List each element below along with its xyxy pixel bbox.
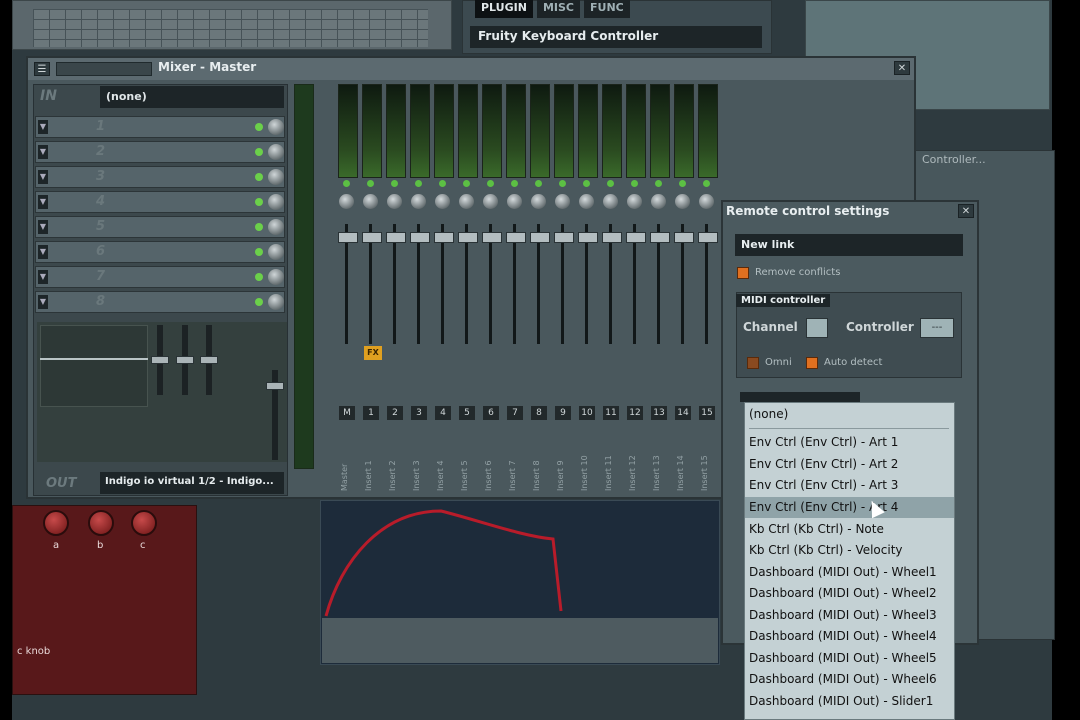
menu-icon[interactable]: ☰ bbox=[34, 62, 50, 76]
plugin-name-select[interactable]: Fruity Keyboard Controller bbox=[470, 26, 762, 48]
dropdown-item[interactable]: Dashboard (MIDI Out) - Wheel2 bbox=[745, 583, 954, 604]
input-select[interactable]: (none) bbox=[100, 86, 284, 108]
mixer-track[interactable]: 1 Insert 1 bbox=[360, 84, 382, 494]
tab-func[interactable]: FUNC bbox=[584, 0, 630, 18]
fx-slot[interactable]: ▼ 7 bbox=[35, 266, 285, 288]
controller-dropdown-list: (none) Env Ctrl (Env Ctrl) - Art 1 Env C… bbox=[744, 402, 955, 720]
mixer-track[interactable]: 8 Insert 8 bbox=[528, 84, 550, 494]
knob-a-label: a bbox=[53, 540, 60, 551]
dropdown-item[interactable]: Env Ctrl (Env Ctrl) - Art 1 bbox=[745, 432, 954, 453]
fx-slot[interactable]: ▼ 5 bbox=[35, 216, 285, 238]
remove-conflicts-label: Remove conflicts bbox=[755, 267, 841, 278]
fx-slot[interactable]: ▼ 8 bbox=[35, 291, 285, 313]
knob-text: c knob bbox=[17, 646, 51, 657]
eq-fader-handle[interactable] bbox=[200, 356, 218, 364]
remove-conflicts-checkbox[interactable] bbox=[737, 267, 749, 279]
eq-fader-handle[interactable] bbox=[151, 356, 169, 364]
left-plugin-panel: a b c c knob bbox=[12, 505, 197, 695]
in-label: IN bbox=[40, 88, 57, 104]
eq-fader-handle[interactable] bbox=[176, 356, 194, 364]
dropdown-item[interactable]: (none) bbox=[745, 404, 954, 425]
dialog-title: Remote control settings bbox=[726, 204, 890, 218]
mixer-track[interactable]: 3 Insert 3 bbox=[408, 84, 430, 494]
controller-window-title: Controller... bbox=[922, 153, 986, 166]
plugin-tabs: PLUGIN MISC FUNC bbox=[475, 0, 630, 18]
mixer-track[interactable]: M Master bbox=[336, 84, 358, 494]
dropdown-item[interactable]: Dashboard (MIDI Out) - Wheel3 bbox=[745, 605, 954, 626]
tab-plugin[interactable]: PLUGIN bbox=[475, 0, 533, 18]
mixer-track[interactable]: 15 Insert 15 bbox=[696, 84, 718, 494]
playlist-window bbox=[12, 0, 452, 50]
mixer-track[interactable]: 2 Insert 2 bbox=[384, 84, 406, 494]
controller-stepper[interactable]: --- bbox=[920, 318, 954, 338]
knob-b-label: b bbox=[97, 540, 104, 551]
close-icon[interactable]: ✕ bbox=[894, 61, 910, 75]
mixer-track[interactable]: 13 Insert 13 bbox=[648, 84, 670, 494]
knob-c-label: c bbox=[140, 540, 146, 551]
master-level-meter bbox=[294, 84, 314, 469]
internal-controller-select[interactable] bbox=[740, 392, 860, 402]
mixer-track[interactable]: 4 Insert 4 bbox=[432, 84, 454, 494]
out-label: OUT bbox=[46, 476, 77, 491]
fx-slot[interactable]: ▼ 3 bbox=[35, 166, 285, 188]
link-select[interactable]: New link bbox=[735, 234, 963, 256]
omni-checkbox[interactable] bbox=[747, 357, 759, 369]
dropdown-item[interactable]: Dashboard (MIDI Out) - Wheel6 bbox=[745, 669, 954, 690]
mixer-track[interactable]: 11 Insert 11 bbox=[600, 84, 622, 494]
dropdown-item[interactable]: Kb Ctrl (Kb Ctrl) - Velocity bbox=[745, 540, 954, 561]
fx-slot[interactable]: ▼ 6 bbox=[35, 241, 285, 263]
dropdown-item[interactable]: Dashboard (MIDI Out) - Wheel1 bbox=[745, 562, 954, 583]
fx-slot[interactable]: ▼ 1 bbox=[35, 116, 285, 138]
controller-label: Controller bbox=[846, 320, 914, 334]
fx-slot[interactable]: ▼ 2 bbox=[35, 141, 285, 163]
mixer-detach-toggle[interactable] bbox=[56, 62, 152, 76]
mixer-track[interactable]: 9 Insert 9 bbox=[552, 84, 574, 494]
envelope-controls bbox=[322, 618, 718, 663]
dropdown-item[interactable]: Kb Ctrl (Kb Ctrl) - Note bbox=[745, 519, 954, 540]
knob-c[interactable] bbox=[131, 510, 157, 536]
omni-label: Omni bbox=[765, 357, 792, 368]
midi-section-label: MIDI controller bbox=[736, 294, 831, 307]
dropdown-item[interactable]: Env Ctrl (Env Ctrl) - Art 2 bbox=[745, 454, 954, 475]
dropdown-item[interactable]: Dashboard (MIDI Out) - Slider1 bbox=[745, 691, 954, 712]
channel-stepper[interactable] bbox=[806, 318, 828, 338]
eq-curve bbox=[40, 358, 148, 360]
close-icon[interactable]: ✕ bbox=[958, 204, 974, 218]
dropdown-separator bbox=[749, 428, 949, 429]
mixer-track[interactable]: 12 Insert 12 bbox=[624, 84, 646, 494]
mixer-track[interactable]: 10 Insert 10 bbox=[576, 84, 598, 494]
dropdown-item-highlighted[interactable]: Env Ctrl (Env Ctrl) - Art 4 bbox=[745, 497, 954, 518]
knob-a[interactable] bbox=[43, 510, 69, 536]
fx-slot[interactable]: ▼ 4 bbox=[35, 191, 285, 213]
tab-misc[interactable]: MISC bbox=[536, 0, 580, 18]
mixer-track[interactable]: 5 Insert 5 bbox=[456, 84, 478, 494]
mixer-title: Mixer - Master bbox=[158, 60, 257, 74]
auto-detect-label: Auto detect bbox=[824, 357, 883, 368]
dropdown-item[interactable]: Dashboard (MIDI Out) - Wheel5 bbox=[745, 648, 954, 669]
auto-detect-checkbox[interactable] bbox=[806, 357, 818, 369]
mixer-track[interactable]: 14 Insert 14 bbox=[672, 84, 694, 494]
mixer-track[interactable]: 7 Insert 7 bbox=[504, 84, 526, 494]
mixer-track[interactable]: 6 Insert 6 bbox=[480, 84, 502, 494]
output-select[interactable]: Indigo io virtual 1/2 - Indigo... bbox=[100, 472, 284, 494]
dropdown-item[interactable]: Dashboard (MIDI Out) - Wheel4 bbox=[745, 626, 954, 647]
fx-badge[interactable]: FX bbox=[364, 346, 382, 360]
knob-b[interactable] bbox=[88, 510, 114, 536]
channel-label: Channel bbox=[743, 320, 798, 334]
dropdown-item[interactable]: Env Ctrl (Env Ctrl) - Art 3 bbox=[745, 475, 954, 496]
master-volume-handle[interactable] bbox=[266, 382, 284, 390]
eq-graph bbox=[40, 325, 148, 407]
